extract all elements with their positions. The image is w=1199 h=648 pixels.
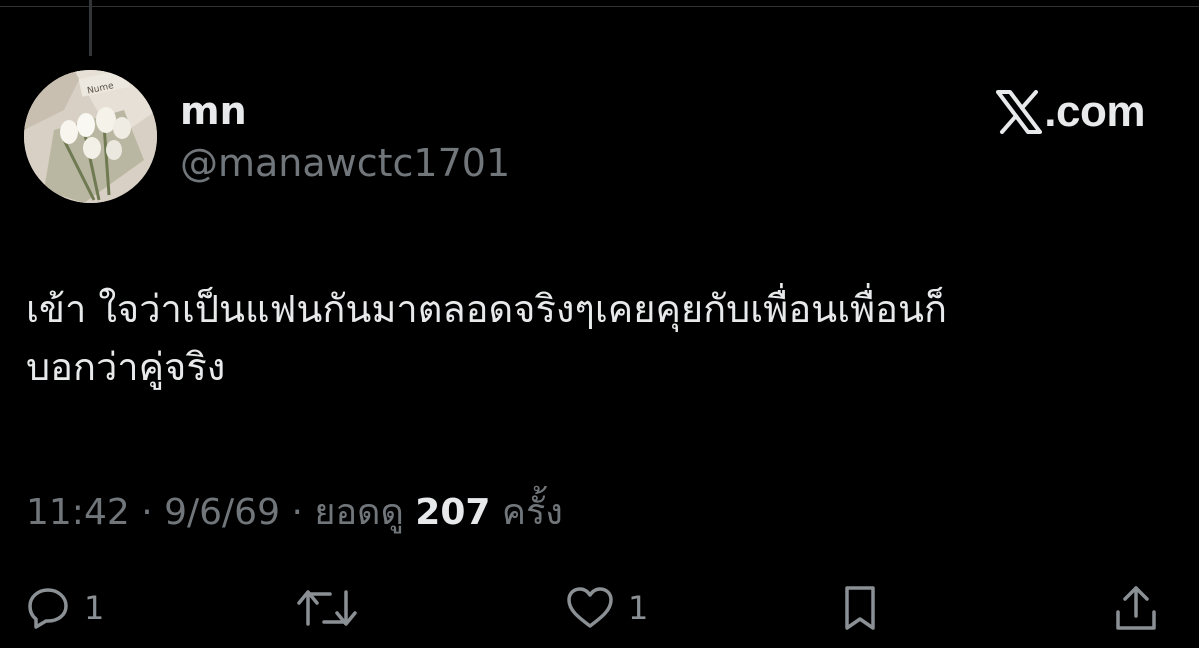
thread-connector-line	[89, 0, 92, 56]
avatar[interactable]: Nume	[24, 70, 157, 203]
x-logo-icon	[996, 90, 1043, 134]
top-border	[0, 0, 1199, 7]
tweet-text-line: บอกว่าคู่จริง	[26, 345, 226, 389]
views-count: 207	[415, 492, 491, 533]
share-button[interactable]	[1114, 578, 1158, 638]
retweet-button[interactable]	[296, 578, 358, 638]
views-label: ยอดดู	[314, 492, 404, 533]
display-name[interactable]: mn	[180, 88, 247, 134]
meta-separator: ·	[291, 492, 303, 533]
reply-button[interactable]: 1	[26, 578, 104, 638]
bookmark-button[interactable]	[842, 578, 878, 638]
retweet-icon	[297, 590, 357, 626]
user-handle[interactable]: @manawctc1701	[180, 140, 510, 186]
reply-icon	[28, 588, 68, 629]
heart-icon	[567, 587, 613, 628]
tweet-metadata: 11:42 · 9/6/69 · ยอดดู 207 ครั้ง	[26, 488, 563, 538]
avatar-image: Nume	[24, 70, 157, 203]
brand-watermark: .com	[996, 86, 1145, 138]
reply-count: 1	[84, 589, 105, 627]
tweet-date[interactable]: 9/6/69	[164, 492, 280, 533]
share-icon	[1116, 586, 1156, 630]
tweet-text-line: เข้า ใจว่าเป็นแฟนกันมาตลอดจริงๆเคยคุยกับ…	[26, 287, 947, 331]
brand-domain: .com	[1044, 87, 1145, 136]
like-button[interactable]: 1	[566, 578, 648, 638]
views-suffix: ครั้ง	[501, 492, 563, 533]
like-count: 1	[628, 589, 649, 627]
tweet-time[interactable]: 11:42	[26, 492, 130, 533]
action-bar: 1 1	[0, 578, 1199, 638]
bookmark-icon	[845, 586, 875, 630]
tweet-text: เข้า ใจว่าเป็นแฟนกันมาตลอดจริงๆเคยคุยกับ…	[26, 280, 1186, 396]
meta-separator: ·	[141, 492, 153, 533]
